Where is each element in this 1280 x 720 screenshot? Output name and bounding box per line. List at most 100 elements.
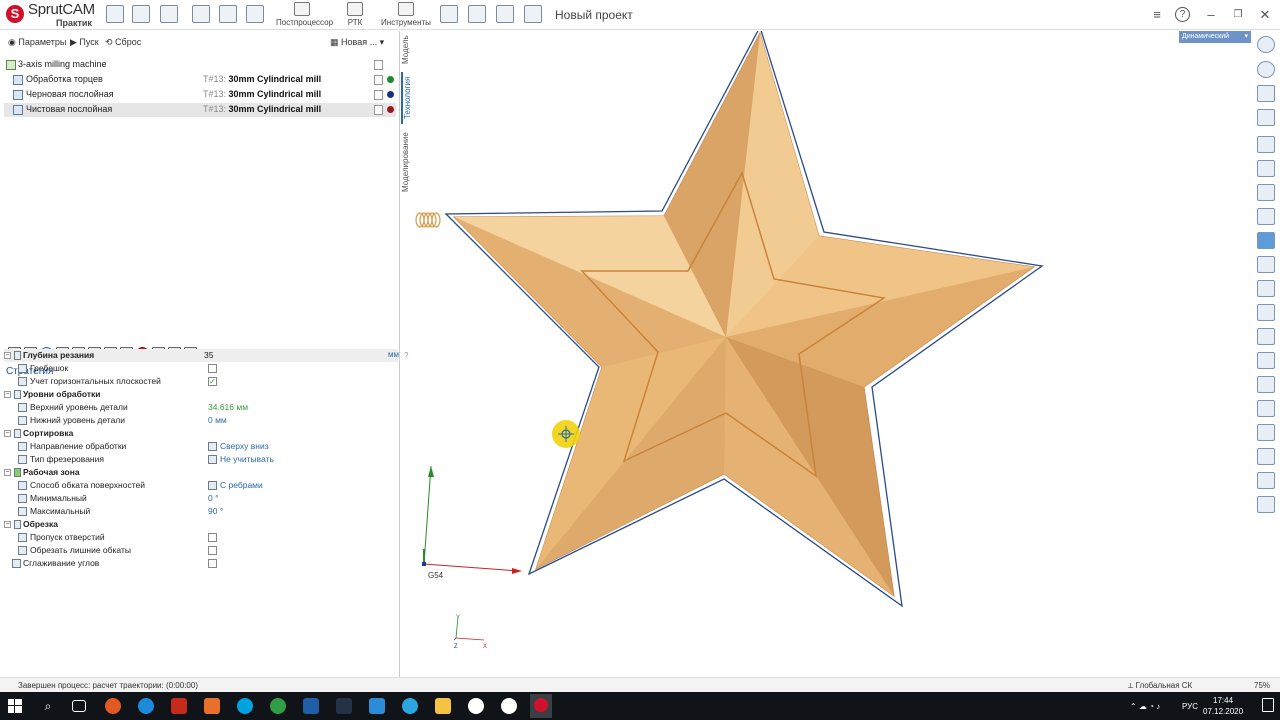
prop-horizontal-planes[interactable]: Учет горизонтальных плоскостей ✓ — [4, 375, 398, 388]
clock-date[interactable]: 07.12.2020 — [1203, 707, 1243, 716]
app-logo[interactable]: S SprutCAM Практик — [6, 2, 102, 28]
new-operation-dropdown[interactable]: ▦ Новая ... ▾ — [330, 37, 384, 48]
menu-icon[interactable]: ≡ — [1148, 6, 1166, 24]
remote-icon[interactable] — [369, 698, 385, 714]
app-icon[interactable] — [204, 698, 220, 714]
machine-body-icon[interactable] — [1257, 136, 1275, 153]
prop-minimum[interactable]: Минимальный 0 ° — [4, 492, 398, 505]
run-button[interactable]: ▶ Пуск — [70, 37, 99, 48]
spindle-view-icon[interactable] — [1257, 160, 1275, 177]
prop-group-sorting[interactable]: − Сортировка — [4, 427, 398, 440]
operation-state-icon[interactable] — [374, 105, 383, 115]
tab-technology[interactable]: Технология — [401, 72, 413, 124]
workpiece-icon[interactable] — [1257, 304, 1275, 321]
prop-cut-depth[interactable]: − Глубина резания 35 мм — [4, 349, 399, 362]
prop-maximum[interactable]: Максимальный 90 ° — [4, 505, 398, 518]
operation-row-selected[interactable]: Чистовая послойная T#13: 30mm Cylindrica… — [4, 103, 396, 117]
tray-icons[interactable]: ⌃ ☁ ◔ ♪ — [1130, 702, 1160, 711]
view-mode-dropdown[interactable]: Динамический ▾ — [1179, 31, 1251, 43]
search-icon[interactable]: ⌕ — [40, 698, 56, 714]
shading-globe-icon[interactable] — [1257, 36, 1275, 53]
prop-group-levels[interactable]: − Уровни обработки — [4, 388, 398, 401]
points-icon[interactable] — [1257, 376, 1275, 393]
collapse-toggle[interactable]: − — [4, 430, 11, 437]
chrome-icon[interactable] — [270, 698, 286, 714]
yandex-icon[interactable] — [468, 698, 484, 714]
corner-smoothing-checkbox[interactable] — [208, 559, 217, 568]
prop-trim-extra[interactable]: Обрезать лишние обкаты — [4, 544, 398, 557]
graph-icon[interactable] — [468, 5, 486, 23]
filter-icon[interactable] — [1257, 472, 1275, 489]
help-question-icon[interactable]: ? — [404, 351, 408, 360]
minimize-icon[interactable]: – — [1202, 6, 1220, 24]
new-file-icon[interactable] — [106, 5, 124, 23]
tool-view-icon[interactable] — [1257, 256, 1275, 273]
render-mode-icon[interactable] — [1257, 61, 1275, 78]
prop-surface-rolling[interactable]: Способ обката поверхностей С ребрами — [4, 479, 398, 492]
collapse-toggle[interactable]: − — [4, 469, 11, 476]
skype-icon[interactable] — [237, 698, 253, 714]
clock-time[interactable]: 17:44 — [1213, 696, 1233, 705]
fixture-icon[interactable] — [1257, 328, 1275, 345]
params-button[interactable]: ◉ Параметры — [8, 37, 66, 48]
prop-group-work-zone[interactable]: − Рабочая зона — [4, 466, 398, 479]
scallop-checkbox[interactable] — [208, 364, 217, 373]
prop-value[interactable]: 34.616 мм — [208, 402, 248, 412]
operation-row[interactable]: Обработка торцев T#13: 30mm Cylindrical … — [4, 73, 396, 87]
task-view-icon[interactable] — [72, 700, 86, 712]
help-icon[interactable]: ? — [1175, 7, 1190, 22]
browser-icon[interactable] — [138, 698, 154, 714]
holder-view-icon[interactable] — [1257, 184, 1275, 201]
simulation-icon[interactable] — [192, 5, 210, 23]
telegram-icon[interactable] — [402, 698, 418, 714]
reset-button[interactable]: ⟲ Сброс — [105, 37, 141, 48]
operation-state-icon[interactable] — [374, 75, 383, 85]
3d-viewport[interactable]: G54 Y X Z — [414, 25, 1252, 677]
prop-corner-smoothing[interactable]: Сглаживание углов — [4, 557, 398, 570]
prop-value[interactable]: Сверху вниз — [220, 441, 269, 451]
prop-value[interactable]: 0 ° — [208, 493, 219, 503]
notifications-icon[interactable] — [1262, 698, 1274, 712]
sprutcam-taskbar-icon[interactable] — [530, 694, 552, 718]
prop-direction[interactable]: Направление обработки Сверху вниз — [4, 440, 398, 453]
library-icon[interactable] — [496, 5, 514, 23]
stock-view-icon[interactable] — [1257, 208, 1275, 225]
open-file-icon[interactable] — [132, 5, 150, 23]
instruments-button[interactable]: Инструменты — [380, 1, 432, 29]
prop-value[interactable]: 0 мм — [208, 415, 227, 425]
csys-status[interactable]: ⟂ Глобальная СК — [1128, 681, 1192, 691]
toolpath-list-icon[interactable] — [1257, 352, 1275, 369]
close-icon[interactable]: ✕ — [1256, 6, 1274, 24]
prop-bottom-level[interactable]: Нижний уровень детали 0 мм — [4, 414, 398, 427]
skip-holes-checkbox[interactable] — [208, 533, 217, 542]
machine-flag-icon[interactable] — [374, 60, 383, 70]
save-icon[interactable] — [160, 5, 178, 23]
collapse-toggle[interactable]: − — [4, 352, 11, 359]
tool-assembly-icon[interactable] — [1257, 280, 1275, 297]
info-icon[interactable] — [501, 698, 517, 714]
prop-value[interactable]: С ребрами — [220, 480, 263, 490]
measure-icon[interactable] — [246, 5, 264, 23]
restore-icon[interactable]: ❐ — [1229, 6, 1247, 24]
prop-skip-holes[interactable]: Пропуск отверстий — [4, 531, 398, 544]
pdf-icon[interactable] — [171, 698, 187, 714]
firefox-icon[interactable] — [105, 698, 121, 714]
prop-scallop[interactable]: Гребешок — [4, 362, 398, 375]
tab-simulation[interactable]: Моделирование — [401, 128, 413, 196]
part-view-icon[interactable] — [1257, 232, 1275, 249]
prop-milling-type[interactable]: Тип фрезерования Не учитывать — [4, 453, 398, 466]
fit-view-icon[interactable] — [1257, 85, 1275, 102]
prop-value[interactable]: 90 ° — [208, 506, 223, 516]
rtk-button[interactable]: РТК — [329, 1, 381, 29]
collapse-toggle[interactable]: − — [4, 521, 11, 528]
postprocessor-button[interactable]: Постпроцессор — [276, 1, 333, 29]
selection-filter-icon[interactable] — [1257, 496, 1275, 513]
machine-row[interactable]: 3-axis milling machine — [4, 58, 396, 72]
language-indicator[interactable]: РУС — [1182, 702, 1198, 711]
prop-group-trimming[interactable]: − Обрезка — [4, 518, 398, 531]
horizontal-planes-checkbox[interactable]: ✓ — [208, 377, 217, 386]
operation-row[interactable]: Черновая послойная T#13: 30mm Cylindrica… — [4, 88, 396, 102]
windows-start-icon[interactable] — [8, 699, 22, 713]
operation-state-icon[interactable] — [374, 90, 383, 100]
iso-view-icon[interactable] — [1257, 109, 1275, 126]
